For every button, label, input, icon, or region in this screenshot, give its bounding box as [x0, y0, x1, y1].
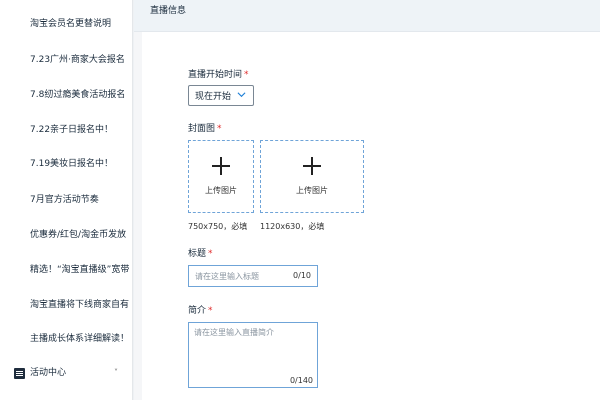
- sidebar: 淘宝会员名更替说明 7.23广州·商家大会报名 7.8纫过瘾美食活动报名 7.2…: [0, 0, 133, 400]
- sidebar-item-july-official-schedule[interactable]: 7月官方活动节奏: [30, 191, 132, 209]
- upload-label: 上传图片: [296, 186, 328, 195]
- sidebar-item-live-offline-notice[interactable]: 淘宝直播将下线商家自有: [30, 296, 132, 314]
- intro-textarea-box: 0/140: [188, 322, 318, 388]
- sidebar-item-guangzhou-merchant-conference[interactable]: 7.23广州·商家大会报名: [30, 51, 132, 69]
- plus-icon: [303, 157, 321, 175]
- cover-upload-square[interactable]: 上传图片: [188, 140, 254, 213]
- sidebar-item-coupon-distribution[interactable]: 优惠券/红包/淘金币发放: [30, 226, 132, 244]
- title-input[interactable]: [195, 270, 291, 283]
- title-label: 标题 *: [188, 246, 213, 259]
- sidebar-item-live-broadband[interactable]: 精选！“淘宝直播级”宽带: [30, 261, 132, 279]
- list-icon: [14, 367, 25, 379]
- intro-char-counter: 0/140: [289, 376, 313, 385]
- start-time-value: 现在开始: [195, 92, 232, 102]
- required-mark: *: [208, 306, 213, 316]
- sidebar-item-anchor-growth-system[interactable]: 主播成长体系详细解读！: [30, 330, 132, 348]
- intro-textarea[interactable]: [194, 327, 312, 367]
- intro-label: 简介 *: [188, 303, 213, 316]
- cover-upload-wide[interactable]: 上传图片: [260, 140, 364, 213]
- sidebar-section-label: 活动中心: [30, 368, 67, 378]
- plus-icon: [212, 157, 230, 175]
- required-mark: *: [208, 249, 213, 259]
- page-title: 直播信息: [150, 6, 187, 16]
- start-time-label: 直播开始时间 *: [188, 67, 249, 80]
- sidebar-item-beauty-day[interactable]: 7.19美妆日报名中！: [30, 155, 132, 173]
- sidebar-item-parent-child-day[interactable]: 7.22亲子日报名中！: [30, 121, 132, 139]
- required-mark: *: [244, 70, 249, 80]
- chevron-down-icon: [237, 92, 246, 98]
- layout-gutter: [134, 0, 142, 400]
- sidebar-item-food-event-signup[interactable]: 7.8纫过瘾美食活动报名: [30, 86, 132, 104]
- cover-label: 封面图 *: [188, 121, 222, 134]
- title-input-box: 0/10: [188, 265, 318, 287]
- cover-label-text: 封面图: [188, 124, 216, 134]
- sidebar-section-activity-center[interactable]: 活动中心 ˅: [14, 364, 124, 382]
- cover-size-note-wide: 1120x630，必填: [260, 222, 325, 231]
- upload-label: 上传图片: [205, 186, 237, 195]
- required-mark: *: [217, 124, 222, 134]
- live-info-form: 直播信息 直播开始时间 * 现在开始 封面图 * 上传图片 上传图片 750x750…: [134, 0, 600, 400]
- section-header: 直播信息: [134, 0, 600, 32]
- sidebar-item-member-name-notice[interactable]: 淘宝会员名更替说明: [30, 15, 132, 33]
- title-char-counter: 0/10: [293, 271, 311, 280]
- start-time-select[interactable]: 现在开始: [188, 85, 254, 106]
- intro-label-text: 简介: [188, 306, 207, 316]
- start-time-label-text: 直播开始时间: [188, 70, 243, 80]
- title-label-text: 标题: [188, 249, 207, 259]
- chevron-down-icon[interactable]: ˅: [114, 364, 118, 382]
- cover-size-note-square: 750x750，必填: [188, 222, 248, 231]
